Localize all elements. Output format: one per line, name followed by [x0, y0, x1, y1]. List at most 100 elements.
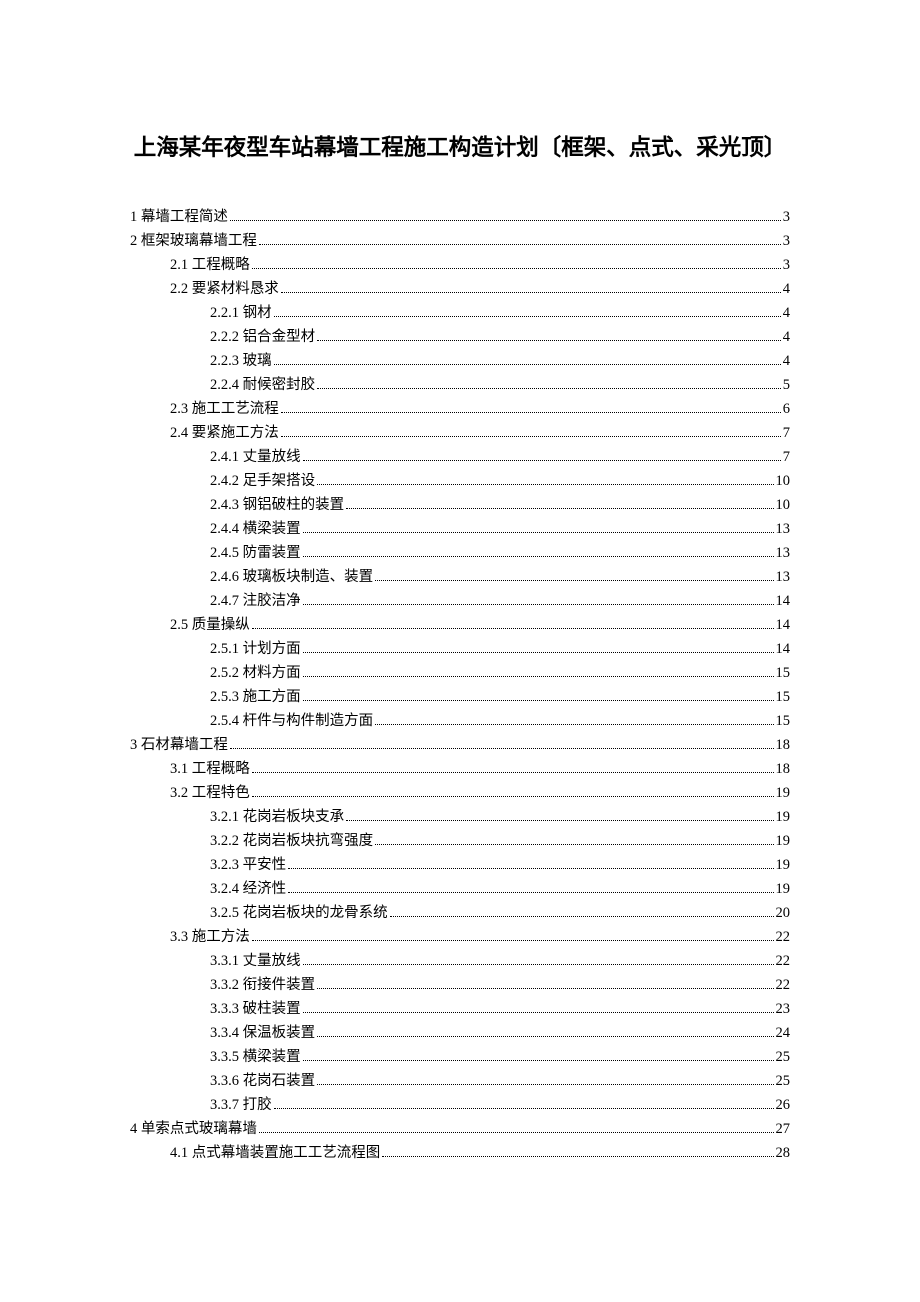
toc-dot-leader — [281, 291, 781, 293]
toc-entry-label: 2.2.4 耐候密封胶 — [210, 378, 315, 393]
toc-entry: 2.4 要紧施工方法7 — [130, 426, 790, 441]
toc-entry-page: 4 — [783, 330, 790, 345]
toc-entry: 2.1 工程概略3 — [130, 258, 790, 273]
toc-dot-leader — [281, 435, 781, 437]
toc-dot-leader — [259, 243, 781, 245]
toc-entry-label: 3.3.6 花岗石装置 — [210, 1074, 315, 1089]
toc-dot-leader — [252, 627, 774, 629]
toc-entry: 2.2.2 铝合金型材4 — [130, 330, 790, 345]
toc-entry-label: 2.2 要紧材料恳求 — [170, 282, 279, 297]
toc-dot-leader — [303, 1059, 774, 1061]
toc-dot-leader — [252, 795, 774, 797]
toc-dot-leader — [281, 411, 781, 413]
toc-entry-page: 22 — [776, 978, 791, 993]
toc-entry-label: 2.3 施工工艺流程 — [170, 402, 279, 417]
toc-entry: 3 石材幕墙工程18 — [130, 738, 790, 753]
toc-entry: 3.2 工程特色19 — [130, 786, 790, 801]
toc-entry-label: 2.2.1 钢材 — [210, 306, 272, 321]
toc-dot-leader — [317, 1083, 773, 1085]
table-of-contents: 1 幕墙工程简述 32 框架玻璃幕墙工程 3 2.1 工程概略3 2.2 要紧材料恳求 4… — [130, 210, 790, 1161]
toc-dot-leader — [346, 819, 773, 821]
toc-entry: 3.2.3 平安性19 — [130, 858, 790, 873]
toc-entry: 2.4.3 钢铝破柱的装置 10 — [130, 498, 790, 513]
toc-dot-leader — [252, 771, 774, 773]
toc-entry-page: 15 — [776, 690, 791, 705]
toc-entry-label: 2 框架玻璃幕墙工程 — [130, 234, 257, 249]
toc-entry-page: 3 — [783, 234, 790, 249]
toc-dot-leader — [303, 699, 774, 701]
toc-entry-page: 26 — [776, 1098, 791, 1113]
toc-dot-leader — [317, 987, 773, 989]
toc-entry-label: 3.3 施工方法 — [170, 930, 250, 945]
toc-dot-leader — [303, 1011, 774, 1013]
toc-entry: 3.3.3 破柱装置23 — [130, 1002, 790, 1017]
toc-entry-label: 2.5.4 杆件与构件制造方面 — [210, 714, 373, 729]
toc-entry-page: 10 — [776, 498, 791, 513]
toc-entry: 2.3 施工工艺流程 6 — [130, 402, 790, 417]
toc-entry: 2.4.7 注胶洁净 14 — [130, 594, 790, 609]
toc-entry-page: 6 — [783, 402, 790, 417]
toc-dot-leader — [303, 675, 774, 677]
toc-dot-leader — [390, 915, 774, 917]
toc-entry-label: 3.3.7 打胶 — [210, 1098, 272, 1113]
toc-entry-page: 23 — [776, 1002, 791, 1017]
toc-entry-page: 20 — [776, 906, 791, 921]
toc-entry: 2.4.6 玻璃板块制造、装置13 — [130, 570, 790, 585]
toc-dot-leader — [317, 387, 781, 389]
toc-entry-page: 22 — [776, 954, 791, 969]
toc-entry-label: 2.4.3 钢铝破柱的装置 — [210, 498, 344, 513]
toc-dot-leader — [230, 219, 781, 221]
toc-entry-label: 4 单索点式玻璃幕墙 — [130, 1122, 257, 1137]
toc-entry-label: 2.5 质量操纵 — [170, 618, 250, 633]
toc-dot-leader — [274, 315, 781, 317]
toc-entry-label: 2.4.1 丈量放线 — [210, 450, 301, 465]
toc-dot-leader — [252, 267, 781, 269]
toc-entry: 2 框架玻璃幕墙工程 3 — [130, 234, 790, 249]
toc-entry: 3.3 施工方法 22 — [130, 930, 790, 945]
toc-entry-page: 19 — [776, 834, 791, 849]
toc-entry-page: 19 — [776, 810, 791, 825]
toc-entry-label: 1 幕墙工程简述 — [130, 210, 228, 225]
toc-entry-label: 3.3.4 保温板装置 — [210, 1026, 315, 1041]
toc-entry-label: 3.2.3 平安性 — [210, 858, 286, 873]
toc-entry-label: 3.1 工程概略 — [170, 762, 250, 777]
toc-entry: 3.2.2 花岗岩板块抗弯强度 19 — [130, 834, 790, 849]
toc-entry-page: 22 — [776, 930, 791, 945]
toc-entry-page: 13 — [776, 570, 791, 585]
toc-entry-page: 15 — [776, 666, 791, 681]
toc-entry-label: 2.5.1 计划方面 — [210, 642, 301, 657]
toc-entry: 2.2.1 钢材 4 — [130, 306, 790, 321]
toc-entry: 2.4.5 防雷装置13 — [130, 546, 790, 561]
toc-entry-page: 19 — [776, 882, 791, 897]
toc-entry: 2.4.1 丈量放线7 — [130, 450, 790, 465]
toc-dot-leader — [375, 843, 773, 845]
toc-entry-page: 13 — [776, 546, 791, 561]
toc-entry-label: 2.4.7 注胶洁净 — [210, 594, 301, 609]
toc-entry-page: 18 — [776, 738, 791, 753]
toc-entry: 2.4.2 足手架搭设10 — [130, 474, 790, 489]
toc-entry: 4 单索点式玻璃幕墙27 — [130, 1122, 790, 1137]
toc-entry-page: 18 — [776, 762, 791, 777]
toc-entry-page: 4 — [783, 306, 790, 321]
toc-entry: 3.2.5 花岗岩板块的龙骨系统 20 — [130, 906, 790, 921]
toc-entry-page: 14 — [776, 594, 791, 609]
toc-entry-label: 2.5.2 材料方面 — [210, 666, 301, 681]
toc-entry-label: 3.2.5 花岗岩板块的龙骨系统 — [210, 906, 388, 921]
toc-entry-label: 3.2 工程特色 — [170, 786, 250, 801]
toc-dot-leader — [288, 867, 773, 869]
toc-entry: 2.5.4 杆件与构件制造方面 15 — [130, 714, 790, 729]
toc-dot-leader — [303, 603, 774, 605]
toc-dot-leader — [274, 1107, 774, 1109]
toc-entry-label: 2.4 要紧施工方法 — [170, 426, 279, 441]
toc-dot-leader — [274, 363, 781, 365]
toc-entry-label: 3.2.2 花岗岩板块抗弯强度 — [210, 834, 373, 849]
toc-entry: 2.5 质量操纵14 — [130, 618, 790, 633]
toc-dot-leader — [230, 747, 774, 749]
toc-dot-leader — [303, 531, 774, 533]
toc-entry: 3.3.7 打胶 26 — [130, 1098, 790, 1113]
toc-entry-page: 15 — [776, 714, 791, 729]
toc-entry-page: 10 — [776, 474, 791, 489]
toc-entry: 4.1 点式幕墙装置施工工艺流程图 28 — [130, 1146, 790, 1161]
toc-entry-page: 13 — [776, 522, 791, 537]
toc-entry-label: 3.3.5 横梁装置 — [210, 1050, 301, 1065]
